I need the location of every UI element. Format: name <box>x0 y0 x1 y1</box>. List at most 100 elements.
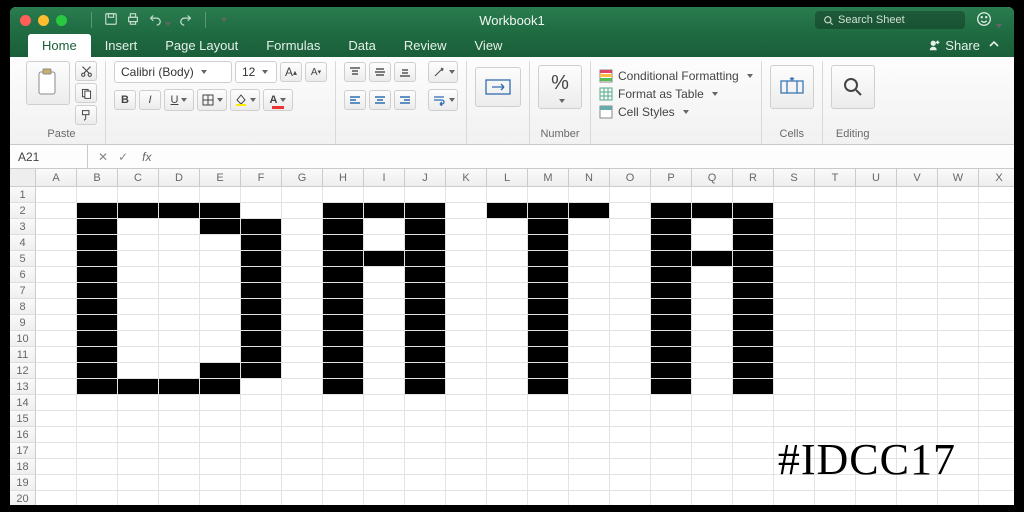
row-header-15[interactable]: 15 <box>10 411 36 427</box>
cell-H2[interactable] <box>323 203 364 219</box>
cell-G5[interactable] <box>282 251 323 267</box>
cell-N4[interactable] <box>569 235 610 251</box>
cell-W5[interactable] <box>938 251 979 267</box>
cell-L8[interactable] <box>487 299 528 315</box>
cell-T10[interactable] <box>815 331 856 347</box>
tab-home[interactable]: Home <box>28 34 91 57</box>
cell-J12[interactable] <box>405 363 446 379</box>
cell-K20[interactable] <box>446 491 487 505</box>
font-size-select[interactable]: 12 <box>235 61 277 83</box>
cell-I4[interactable] <box>364 235 405 251</box>
cell-K6[interactable] <box>446 267 487 283</box>
row-header-8[interactable]: 8 <box>10 299 36 315</box>
row-header-10[interactable]: 10 <box>10 331 36 347</box>
cell-V4[interactable] <box>897 235 938 251</box>
cell-U9[interactable] <box>856 315 897 331</box>
cell-I16[interactable] <box>364 427 405 443</box>
formula-input[interactable] <box>151 145 1014 168</box>
redo-icon[interactable] <box>179 12 193 29</box>
row-header-1[interactable]: 1 <box>10 187 36 203</box>
col-header-D[interactable]: D <box>159 169 200 187</box>
cell-J15[interactable] <box>405 411 446 427</box>
cell-I20[interactable] <box>364 491 405 505</box>
cell-A12[interactable] <box>36 363 77 379</box>
cell-W17[interactable] <box>938 443 979 459</box>
cell-J5[interactable] <box>405 251 446 267</box>
cells-button[interactable] <box>770 65 814 109</box>
cell-P6[interactable] <box>651 267 692 283</box>
cell-X5[interactable] <box>979 251 1014 267</box>
col-header-U[interactable]: U <box>856 169 897 187</box>
cell-L1[interactable] <box>487 187 528 203</box>
cell-K11[interactable] <box>446 347 487 363</box>
cell-P3[interactable] <box>651 219 692 235</box>
save-icon[interactable] <box>104 12 118 29</box>
cell-R6[interactable] <box>733 267 774 283</box>
font-name-select[interactable]: Calibri (Body) <box>114 61 232 83</box>
cell-L11[interactable] <box>487 347 528 363</box>
cell-J8[interactable] <box>405 299 446 315</box>
cell-Q15[interactable] <box>692 411 733 427</box>
cell-T12[interactable] <box>815 363 856 379</box>
cell-S4[interactable] <box>774 235 815 251</box>
cell-T20[interactable] <box>815 491 856 505</box>
cell-I17[interactable] <box>364 443 405 459</box>
cell-H10[interactable] <box>323 331 364 347</box>
cell-N9[interactable] <box>569 315 610 331</box>
cell-P2[interactable] <box>651 203 692 219</box>
cell-O16[interactable] <box>610 427 651 443</box>
merge-button[interactable] <box>475 67 521 107</box>
cell-R14[interactable] <box>733 395 774 411</box>
row-header-20[interactable]: 20 <box>10 491 36 505</box>
cell-X11[interactable] <box>979 347 1014 363</box>
cell-D14[interactable] <box>159 395 200 411</box>
tab-formulas[interactable]: Formulas <box>252 34 334 57</box>
cell-X7[interactable] <box>979 283 1014 299</box>
cell-I19[interactable] <box>364 475 405 491</box>
cell-G9[interactable] <box>282 315 323 331</box>
cell-Q7[interactable] <box>692 283 733 299</box>
cell-U13[interactable] <box>856 379 897 395</box>
cell-R16[interactable] <box>733 427 774 443</box>
cell-K14[interactable] <box>446 395 487 411</box>
cell-C4[interactable] <box>118 235 159 251</box>
cell-E16[interactable] <box>200 427 241 443</box>
cell-H17[interactable] <box>323 443 364 459</box>
cell-E7[interactable] <box>200 283 241 299</box>
cell-A10[interactable] <box>36 331 77 347</box>
cell-P9[interactable] <box>651 315 692 331</box>
cell-H15[interactable] <box>323 411 364 427</box>
cell-D3[interactable] <box>159 219 200 235</box>
cell-U20[interactable] <box>856 491 897 505</box>
cell-S17[interactable] <box>774 443 815 459</box>
cell-K1[interactable] <box>446 187 487 203</box>
cell-N19[interactable] <box>569 475 610 491</box>
cell-N12[interactable] <box>569 363 610 379</box>
cell-U7[interactable] <box>856 283 897 299</box>
cell-W18[interactable] <box>938 459 979 475</box>
cell-O15[interactable] <box>610 411 651 427</box>
cell-C6[interactable] <box>118 267 159 283</box>
cell-R3[interactable] <box>733 219 774 235</box>
align-left-icon[interactable] <box>344 90 366 110</box>
cell-T18[interactable] <box>815 459 856 475</box>
cell-A2[interactable] <box>36 203 77 219</box>
cell-W13[interactable] <box>938 379 979 395</box>
cell-W10[interactable] <box>938 331 979 347</box>
cell-S1[interactable] <box>774 187 815 203</box>
cell-R7[interactable] <box>733 283 774 299</box>
cell-X8[interactable] <box>979 299 1014 315</box>
cell-W3[interactable] <box>938 219 979 235</box>
tab-insert[interactable]: Insert <box>91 34 152 57</box>
cell-E14[interactable] <box>200 395 241 411</box>
conditional-formatting-button[interactable]: Conditional Formatting <box>599 67 753 85</box>
cell-X19[interactable] <box>979 475 1014 491</box>
cut-icon[interactable] <box>75 61 97 81</box>
cell-G8[interactable] <box>282 299 323 315</box>
cell-A5[interactable] <box>36 251 77 267</box>
cell-N11[interactable] <box>569 347 610 363</box>
cell-R5[interactable] <box>733 251 774 267</box>
font-color-button[interactable]: A <box>263 89 293 111</box>
cell-P11[interactable] <box>651 347 692 363</box>
cell-F16[interactable] <box>241 427 282 443</box>
